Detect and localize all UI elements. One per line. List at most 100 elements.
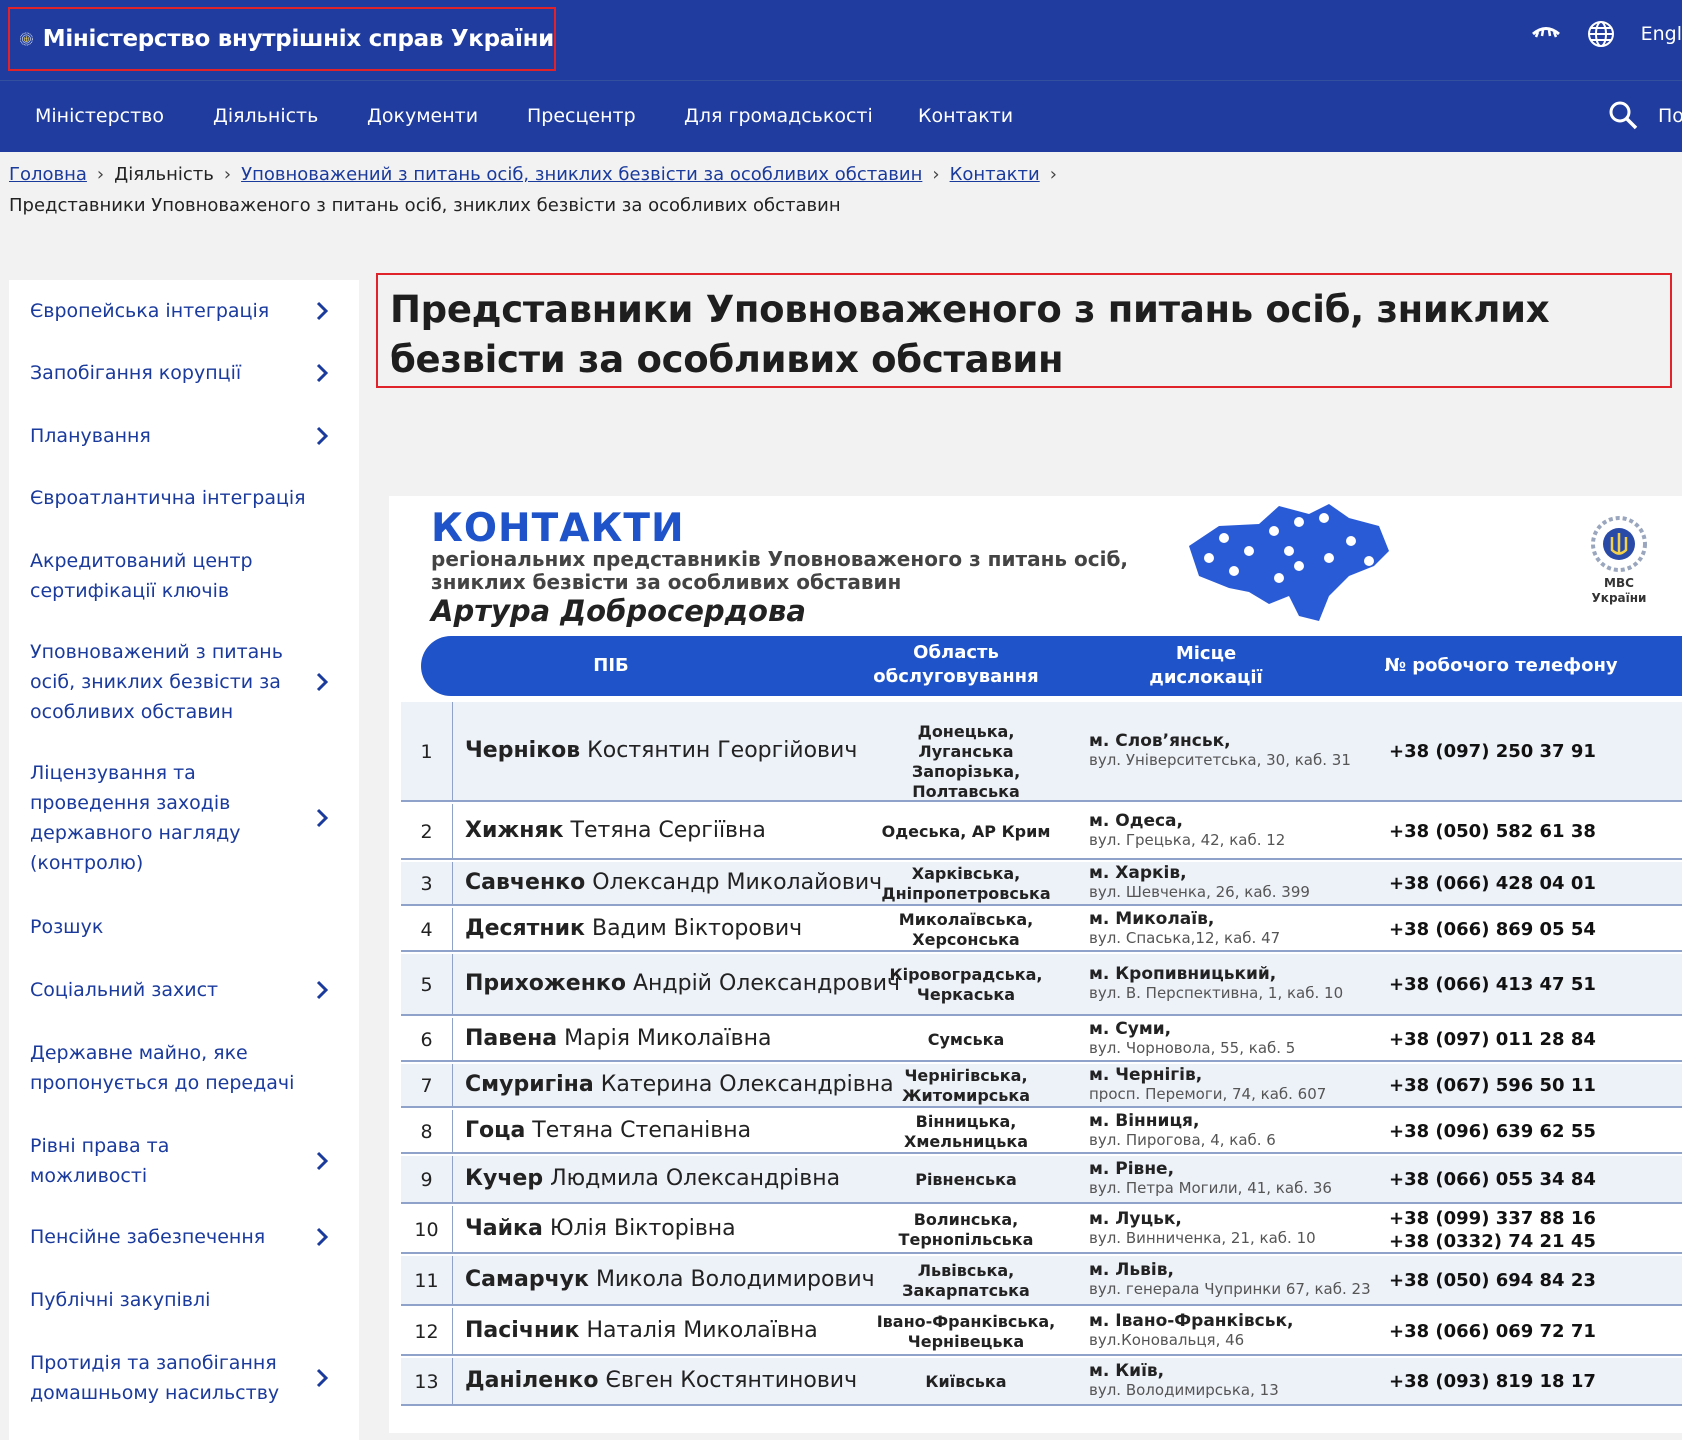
service-region: Рівненська [915,1170,1017,1189]
sidebar-item-label: Протидія та запобігання домашньому насил… [30,1352,280,1404]
sidebar-item-commissioner[interactable]: Уповноважений з питань осіб, зниклих без… [30,637,350,727]
work-phone: +38 (066) 428 04 01 [1389,872,1596,895]
header-region-line1: Область [913,642,999,663]
sidebar-item-domestic-violence[interactable]: Протидія та запобігання домашньому насил… [30,1348,350,1408]
chevron-right-icon [316,1227,329,1247]
row-number: 1 [401,702,453,800]
nav-ministry[interactable]: Міністерство [35,105,164,127]
chevron-right-icon: › [932,164,940,185]
infographic-subtitle-line2: зниклих безвісти за особливих обставин [431,570,902,594]
person-given-name: Олександр Миколайович [592,870,883,895]
person-surname: Кучер [465,1166,544,1191]
sidebar-item-social-protection[interactable]: Соціальний захист [30,975,350,1005]
language-switch[interactable]: Engl [1641,23,1682,45]
row-number: 8 [401,1110,453,1152]
sidebar-item-label: Пенсійне забезпечення [30,1226,266,1248]
location: м. Миколаїв, вул. Спаська,12, каб. 47 [1089,910,1280,948]
breadcrumb-current: Представники Уповноваженого з питань осі… [9,195,841,216]
sidebar-item-euroatlantic[interactable]: Євроатлантична інтеграція [30,483,350,513]
sidebar-item-procurement[interactable]: Публічні закупівлі [30,1285,350,1315]
person-given-name: Микола Володимирович [595,1267,875,1292]
breadcrumb-commissioner[interactable]: Уповноважений з питань осіб, зниклих без… [241,164,922,185]
eye-icon[interactable] [1531,21,1561,47]
service-region: Волинська, Тернопільська [898,1210,1034,1249]
table-row: 3 Савченко Олександр Миколайович Харківськ… [401,862,1682,906]
infographic-title: КОНТАКТИ [431,506,685,551]
sidebar-item-label: Запобігання корупції [30,362,242,384]
sidebar-item-licensing[interactable]: Ліцензування та проведення заходів держа… [30,758,350,878]
sidebar-item-search[interactable]: Розшук [30,912,350,942]
row-number: 13 [401,1358,453,1404]
globe-icon[interactable] [1587,20,1615,48]
person-given-name: Костянтин Георгійович [587,738,858,763]
service-region: Харківська, Дніпропетровська [881,864,1051,903]
work-phone-primary: +38 (093) 819 18 17 [1389,1371,1596,1392]
location-city: м. Суми, [1089,1019,1172,1039]
work-phone: +38 (066) 069 72 71 [1389,1320,1596,1343]
person-given-name: Марія Миколаївна [564,1026,772,1051]
sidebar-item-equal-rights[interactable]: Рівні права та можливості [30,1131,350,1191]
table-row: 4 Десятник Вадим Вікторович Миколаївська, … [401,908,1682,952]
search-icon[interactable] [1608,100,1638,130]
person-name: Самарчук Микола Володимирович [465,1267,875,1292]
table-row: 10 Чайка Юлія Вікторівна Волинська, Терноп… [401,1206,1682,1254]
row-number: 3 [401,862,453,904]
location-city: м. Слов’янськ, [1089,731,1231,751]
work-phone: +38 (097) 011 28 84 [1389,1028,1596,1051]
location-city: м. Харків, [1089,863,1187,883]
person-given-name: Катерина Олександрівна [600,1072,894,1097]
nav-public[interactable]: Для громадськості [684,105,873,127]
nav-activity[interactable]: Діяльність [213,105,318,127]
person-given-name: Наталія Миколаївна [586,1318,818,1343]
location-address: вул. Спаська,12, каб. 47 [1089,929,1281,947]
location: м. Чернігів, просп. Перемоги, 74, каб. 60… [1089,1066,1326,1104]
chevron-right-icon [316,1368,329,1388]
row-number: 7 [401,1064,453,1106]
sidebar-item-label: Розшук [30,916,104,938]
nav-press-center[interactable]: Пресцентр [527,105,636,127]
table-row: 11 Самарчук Микола Володимирович Львівська… [401,1256,1682,1306]
breadcrumb-activity: Діяльність [114,164,214,185]
location-city: м. Львів, [1089,1260,1174,1280]
sidebar-item-pension[interactable]: Пенсійне забезпечення [30,1222,350,1252]
service-region: Кіровоградська, Черкаська [889,965,1043,1004]
breadcrumb-contacts[interactable]: Контакти [950,164,1040,185]
work-phone: +38 (050) 694 84 23 [1389,1269,1596,1292]
table-row: 5 Прихоженко Андрій Олександрович Кіровогр… [401,954,1682,1016]
sidebar-item-anti-corruption[interactable]: Запобігання корупції [30,358,350,388]
table-row: 8 Гоца Тетяна Степанівна Вінницька, Хмельн… [401,1110,1682,1154]
header-phone: № робочого телефону [1384,655,1618,676]
site-brand-link[interactable]: Міністерство внутрішніх справ України [8,7,556,71]
header-place-line1: Місце [1175,643,1237,664]
nav-contacts[interactable]: Контакти [918,105,1013,127]
chevron-right-icon: › [223,164,232,185]
sidebar-item-european-integration[interactable]: Європейська інтеграція [30,296,350,326]
sidebar-item-label: Рівні права та можливості [30,1135,170,1187]
header-place-line2: дислокації [1149,667,1263,688]
nav-documents[interactable]: Документи [367,105,478,127]
breadcrumb-home[interactable]: Головна [9,164,87,185]
location-address: вул.Коновальця, 46 [1089,1331,1245,1349]
work-phone: +38 (093) 819 18 17 [1389,1370,1596,1393]
service-region: Донецька, Луганська Запорізька, Полтавсь… [911,722,1021,801]
location-city: м. Рівне, [1089,1159,1175,1179]
person-name: Десятник Вадим Вікторович [465,916,802,941]
person-name: Чайка Юлія Вікторівна [465,1216,736,1241]
table-header: ПІБ Область обслуговування Місце дислока… [421,636,1682,696]
location: м. Івано-Франківськ, вул.Коновальця, 46 [1089,1312,1294,1350]
work-phone-primary: +38 (096) 639 62 55 [1389,1121,1596,1142]
work-phone-primary: +38 (066) 055 34 84 [1389,1169,1596,1190]
contacts-infographic: КОНТАКТИ регіональних представників Упов… [389,496,1682,1433]
row-number: 10 [401,1206,453,1252]
sidebar-item-state-property[interactable]: Державне майно, яке пропонується до пере… [30,1038,350,1098]
search-label[interactable]: По [1658,105,1682,127]
table-row: 2 Хижняк Тетяна Сергіївна Одеська, АР Крим… [401,804,1682,860]
person-given-name: Вадим Вікторович [591,916,803,941]
location-city: м. Миколаїв, [1089,909,1215,929]
location: м. Суми, вул. Чорновола, 55, каб. 5 [1089,1020,1295,1058]
person-name: Смуригіна Катерина Олександрівна [465,1072,894,1097]
person-given-name: Людмила Олександрівна [550,1166,841,1191]
sidebar-item-key-certification[interactable]: Акредитований центр сертифікації ключів [30,546,350,606]
sidebar-item-planning[interactable]: Планування [30,421,350,451]
location-address: вул. Петра Могили, 41, каб. 36 [1089,1179,1332,1197]
